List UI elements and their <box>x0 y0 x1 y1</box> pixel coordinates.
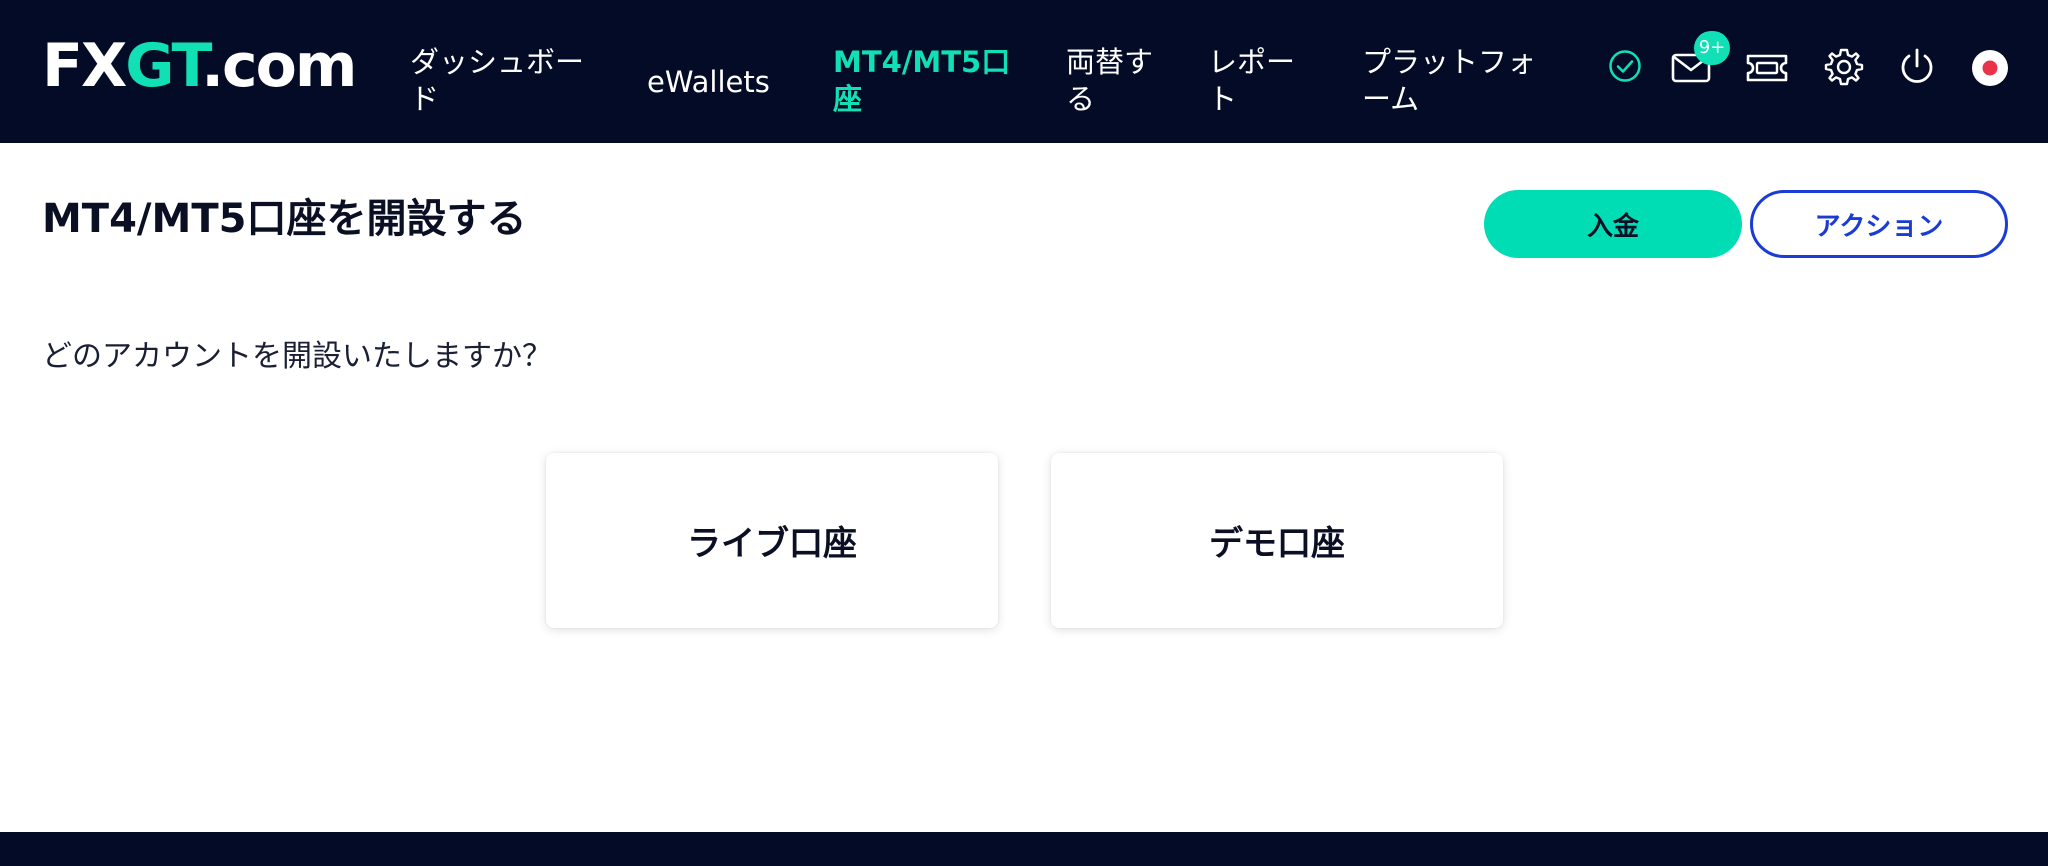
nav-platform-line2: ーム <box>1362 82 1420 116</box>
nav-platform[interactable]: プラットフォ ーム <box>1362 44 1536 118</box>
action-button[interactable]: アクション <box>1750 190 2008 258</box>
demo-account-label: デモ口座 <box>1209 524 1345 564</box>
live-account-card[interactable]: ライブ口座 <box>546 453 998 628</box>
deposit-button[interactable]: 入金 <box>1484 190 1742 258</box>
nav-report-line1: レポー <box>1208 45 1296 79</box>
logo-gt: GT <box>125 31 203 101</box>
nav-report[interactable]: レポー ト <box>1208 44 1295 118</box>
power-icon[interactable] <box>1895 45 1939 89</box>
logo-fx: FX <box>42 31 127 101</box>
nav-dashboard[interactable]: ダッシュボー ド <box>410 44 584 118</box>
logo-dom: .com <box>201 31 357 101</box>
nav-accounts-line2: 座 <box>833 82 863 116</box>
account-type-question: どのアカウントを開設いたしますか？ <box>42 339 552 374</box>
demo-account-card[interactable]: デモ口座 <box>1051 453 1503 628</box>
ticket-icon[interactable] <box>1745 46 1789 90</box>
nav-exchange-line1: 両替す <box>1066 45 1154 79</box>
fxgt-logo[interactable]: FXGT.com <box>42 31 357 101</box>
live-account-label: ライブ口座 <box>687 524 857 564</box>
nav-accounts-line1: MT4/MT5口 <box>833 45 1011 79</box>
nav-mt4-mt5-accounts[interactable]: MT4/MT5口 座 <box>833 44 1010 118</box>
gear-icon[interactable] <box>1822 45 1866 89</box>
nav-platform-line1: プラットフォ <box>1362 45 1537 79</box>
footer-bar <box>0 832 2048 866</box>
mail-notification-badge: 9+ <box>1694 31 1730 65</box>
nav-exchange-line2: る <box>1066 82 1096 116</box>
nav-dashboard-line1: ダッシュボー <box>410 45 585 79</box>
top-navigation-bar: FXGT.com ダッシュボー ド eWallets MT4/MT5口 座 両替… <box>0 0 2048 143</box>
nav-exchange[interactable]: 両替す る <box>1066 44 1153 118</box>
nav-dashboard-line2: ド <box>410 82 440 116</box>
japan-flag-icon[interactable] <box>1968 46 2012 90</box>
page-title: MT4/MT5口座を開設する <box>42 196 527 242</box>
nav-ewallets[interactable]: eWallets <box>647 64 770 101</box>
check-circle-icon[interactable] <box>1603 44 1647 88</box>
nav-report-line2: ト <box>1208 82 1238 116</box>
